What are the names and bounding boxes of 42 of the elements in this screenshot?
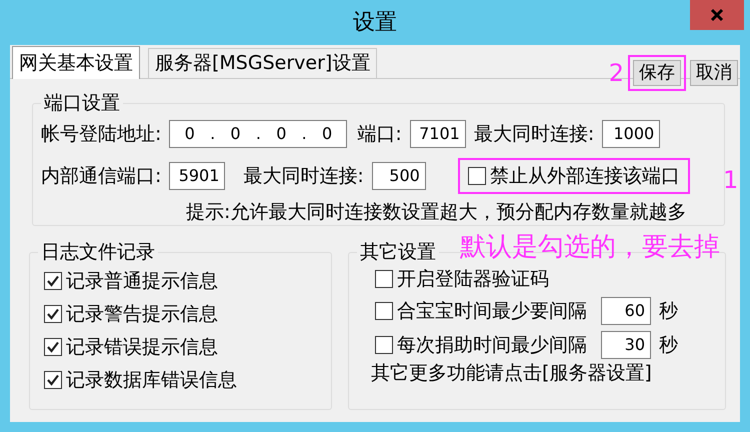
field-label: 帐号登陆地址:: [41, 122, 162, 147]
number-field[interactable]: 30: [601, 331, 651, 359]
note-text: 其它更多功能请点击[服务器设置]: [370, 361, 653, 385]
annotation-text: 默认是勾选的，要去掉: [460, 231, 720, 263]
field-label: 最大同时连接:: [474, 122, 594, 147]
checkbox[interactable]: [44, 305, 62, 323]
window-title: 设置: [353, 8, 397, 36]
number-field[interactable]: 5901: [169, 162, 226, 190]
checkbox-label: 记录数据库错误信息: [66, 368, 237, 392]
checkbox-label: 禁止从外部连接该端口: [490, 164, 680, 188]
field-label: 内部通信端口:: [41, 164, 162, 189]
checkbox[interactable]: [44, 338, 62, 356]
tab[interactable]: 网关基本设置: [12, 46, 140, 79]
number-field[interactable]: 500: [372, 162, 426, 190]
checkbox-label: 记录普通提示信息: [66, 269, 218, 293]
number-field[interactable]: 1000: [602, 120, 660, 148]
field-label: 最大同时连接:: [243, 164, 364, 189]
tab[interactable]: 服务器[MSGServer]设置: [148, 48, 378, 78]
checkbox[interactable]: [375, 302, 393, 320]
hint-text: 提示:允许最大同时连接数设置超大，预分配内存数量就越多: [185, 200, 688, 224]
annotation-number: 2: [608, 59, 624, 87]
checkbox-label: 每次捐助时间最少间隔: [397, 333, 587, 357]
ip-address-field[interactable]: 0 . 0 . 0 . 0: [169, 120, 348, 148]
checkbox-label: 开启登陆器验证码: [397, 267, 549, 291]
number-field[interactable]: 7101: [410, 120, 466, 148]
checkbox[interactable]: [375, 270, 393, 288]
checkbox-label: 记录警告提示信息: [66, 302, 218, 326]
close-button[interactable]: [690, 0, 744, 30]
checkbox[interactable]: [468, 167, 486, 185]
save-button[interactable]: 保存: [633, 60, 681, 86]
checkbox[interactable]: [44, 371, 62, 389]
checkbox-label: 记录错误提示信息: [66, 335, 218, 359]
checkbox[interactable]: [375, 336, 393, 354]
annotation-number: 1: [723, 166, 738, 194]
cancel-button[interactable]: 取消: [690, 60, 738, 86]
close-icon: [710, 8, 724, 22]
unit-label: 秒: [659, 333, 678, 358]
field-label: 端口:: [357, 122, 402, 147]
unit-label: 秒: [659, 299, 678, 324]
checkbox[interactable]: [44, 272, 62, 290]
number-field[interactable]: 60: [601, 297, 651, 325]
checkbox-label: 合宝宝时间最少要间隔: [397, 299, 587, 323]
